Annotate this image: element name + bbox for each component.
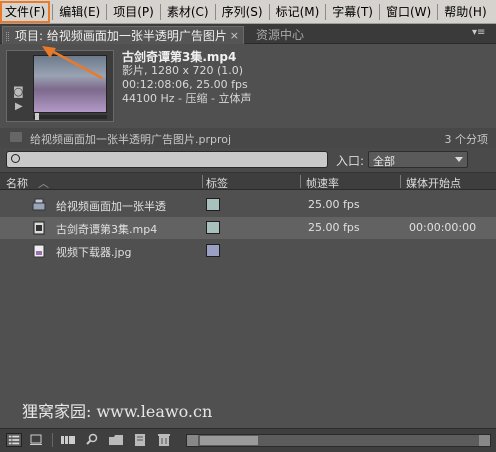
- menu-divider: [268, 3, 270, 20]
- menu-title[interactable]: 字幕(T): [328, 1, 377, 23]
- find-icon[interactable]: [84, 433, 100, 447]
- item-name: 视频下载器.jpg: [56, 246, 132, 259]
- list-view-icon[interactable]: [6, 433, 22, 447]
- table-row[interactable]: 古剑奇谭第3集.mp4 25.00 fps 00:00:00:00: [0, 217, 496, 239]
- play-icon[interactable]: ▶: [15, 101, 23, 112]
- search-row: 入口: 全部: [0, 148, 496, 172]
- horizontal-scrollbar[interactable]: [186, 434, 491, 447]
- clip-audio-info: 44100 Hz - 压缩 - 立体声: [122, 92, 252, 105]
- scroll-right-icon[interactable]: [479, 435, 490, 446]
- camera-icon[interactable]: ◙: [13, 85, 24, 98]
- clip-duration-fps: 00:12:08:06, 25.00 fps: [122, 78, 248, 91]
- movie-clip-icon: [33, 221, 45, 235]
- menu-divider: [159, 3, 161, 20]
- sequence-icon: [32, 198, 46, 211]
- menu-divider: [379, 3, 380, 20]
- col-header-fps[interactable]: 帧速率: [306, 175, 339, 191]
- bottom-toolbar: [0, 428, 496, 452]
- label-color-swatch[interactable]: [206, 221, 220, 234]
- tab-project-label: 项目: 给视频画面加一张半透明广告图片: [15, 29, 227, 43]
- col-header-name[interactable]: 名称: [6, 175, 28, 191]
- clip-preview: ◙ ▶ 古剑奇谭第3集.mp4 影片, 1280 x 720 (1.0) 00:…: [0, 44, 496, 128]
- toolbar-divider: [52, 433, 53, 447]
- search-icon: [11, 154, 20, 163]
- preview-scrub-bar[interactable]: [33, 115, 107, 119]
- project-file-name: 给视频画面加一张半透明广告图片.prproj: [30, 133, 232, 146]
- new-item-icon[interactable]: [132, 433, 148, 447]
- icon-view-icon[interactable]: [28, 433, 44, 447]
- automate-to-sequence-icon[interactable]: [60, 433, 76, 447]
- new-bin-icon[interactable]: [108, 433, 124, 447]
- item-start: 00:00:00:00: [409, 221, 477, 234]
- preview-scrub-handle[interactable]: [35, 113, 39, 120]
- item-fps: 25.00 fps: [308, 221, 360, 234]
- project-table: 名称 ︿ 标签 帧速率 媒体开始点 给视频画面加一张半透 25.00 fps 古…: [0, 172, 496, 428]
- tab-project[interactable]: 项目: 给视频画面加一张半透明广告图片 ×: [2, 26, 244, 44]
- project-path-row: 给视频画面加一张半透明广告图片.prproj 3 个分项: [0, 128, 496, 148]
- item-name: 古剑奇谭第3集.mp4: [56, 223, 158, 236]
- column-divider[interactable]: [202, 175, 203, 188]
- item-count: 3 个分项: [444, 133, 489, 146]
- table-row[interactable]: 给视频画面加一张半透 25.00 fps: [0, 194, 496, 216]
- col-header-start[interactable]: 媒体开始点: [406, 175, 461, 191]
- panel-menu-icon[interactable]: ▾≡: [472, 27, 488, 39]
- label-color-swatch[interactable]: [206, 198, 220, 211]
- orange-arrow-annotation: [42, 46, 103, 80]
- menu-divider: [106, 3, 108, 20]
- close-icon[interactable]: ×: [230, 27, 239, 45]
- menu-project[interactable]: 项目(P): [109, 1, 158, 23]
- menu-divider: [52, 3, 54, 20]
- search-box[interactable]: [6, 151, 328, 168]
- menu-divider: [214, 3, 216, 20]
- menu-window[interactable]: 窗口(W): [382, 1, 435, 23]
- item-fps: 25.00 fps: [308, 198, 360, 211]
- table-row[interactable]: 视频下载器.jpg: [0, 240, 496, 262]
- menu-help[interactable]: 帮助(H): [440, 1, 490, 23]
- menu-clip[interactable]: 素材(C): [163, 1, 213, 23]
- col-header-label[interactable]: 标签: [206, 175, 228, 191]
- menu-marker[interactable]: 标记(M): [272, 1, 324, 23]
- folder-icon: [10, 132, 22, 142]
- column-divider[interactable]: [400, 175, 401, 188]
- tab-resource-center[interactable]: 资源中心: [250, 26, 310, 44]
- clip-file-name: 古剑奇谭第3集.mp4: [122, 50, 237, 64]
- item-name: 给视频画面加一张半透: [56, 200, 166, 213]
- menu-divider: [437, 3, 439, 20]
- chevron-down-icon: [455, 157, 463, 162]
- clip-type-resolution: 影片, 1280 x 720 (1.0): [122, 64, 244, 77]
- column-divider[interactable]: [300, 175, 301, 188]
- menu-file[interactable]: 文件(F): [0, 0, 51, 23]
- menu-bar: 文件(F) 编辑(E) 项目(P) 素材(C) 序列(S) 标记(M) 字幕(T…: [0, 0, 496, 24]
- scrollbar-thumb[interactable]: [200, 436, 258, 445]
- watermark-text: 狸窝家园: www.leawo.cn: [22, 402, 213, 421]
- trash-icon[interactable]: [156, 433, 172, 447]
- sort-icon[interactable]: ︿: [38, 175, 49, 191]
- panel-tab-bar: 项目: 给视频画面加一张半透明广告图片 × 资源中心 ▾≡: [0, 24, 496, 44]
- table-header: 名称 ︿ 标签 帧速率 媒体开始点: [0, 172, 496, 190]
- menu-edit[interactable]: 编辑(E): [55, 1, 104, 23]
- scroll-left-icon[interactable]: [187, 435, 198, 446]
- image-file-icon: [33, 244, 45, 258]
- clip-info: 古剑奇谭第3集.mp4 影片, 1280 x 720 (1.0) 00:12:0…: [122, 50, 251, 106]
- grip-icon[interactable]: [6, 32, 9, 41]
- search-input[interactable]: [25, 153, 321, 166]
- in-label: 入口:: [336, 154, 365, 168]
- in-select-value: 全部: [373, 155, 395, 168]
- menu-sequence[interactable]: 序列(S): [218, 1, 267, 23]
- label-color-swatch[interactable]: [206, 244, 220, 257]
- menu-divider: [325, 3, 327, 20]
- in-select[interactable]: 全部: [368, 151, 468, 168]
